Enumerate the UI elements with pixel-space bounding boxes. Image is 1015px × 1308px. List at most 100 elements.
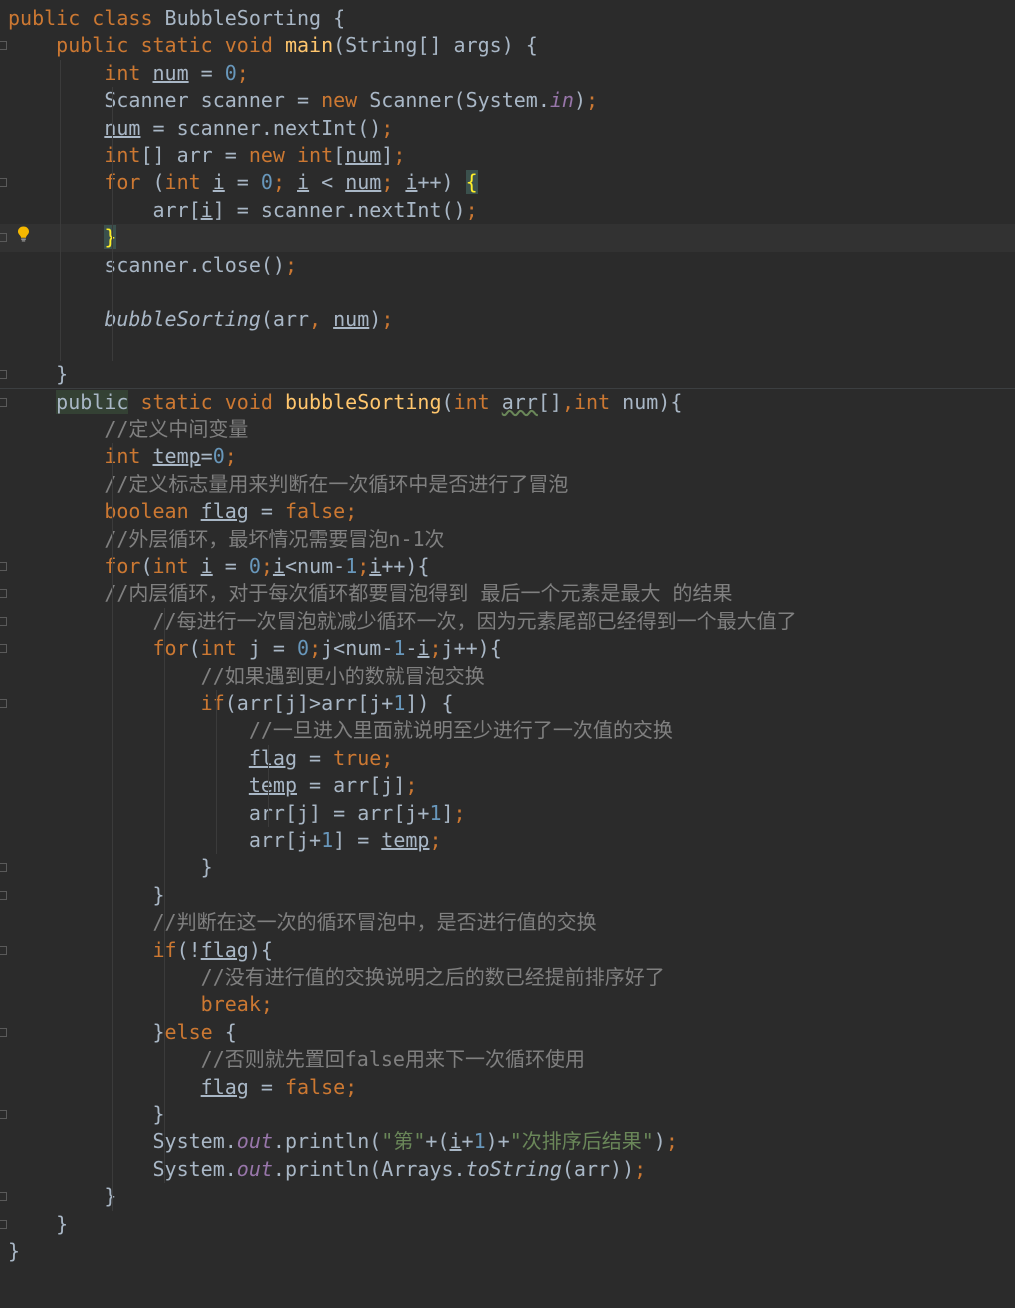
code-line[interactable]: for(int j = 0;j<num-1-i;j++){ bbox=[0, 635, 1015, 662]
code-line[interactable]: //没有进行值的交换说明之后的数已经提前排序好了 bbox=[0, 964, 1015, 991]
code-token: 1 bbox=[345, 554, 358, 578]
fold-marker-icon[interactable] bbox=[0, 233, 7, 243]
code-line[interactable]: for(int i = 0;i<num-1;i++){ bbox=[0, 553, 1015, 580]
fold-marker-icon[interactable] bbox=[0, 589, 7, 599]
code-token: flag bbox=[200, 1074, 249, 1099]
code-line[interactable]: if(!flag){ bbox=[0, 937, 1015, 964]
fold-marker-icon[interactable] bbox=[0, 890, 7, 900]
code-token: - bbox=[405, 636, 418, 661]
code-line[interactable]: //内层循环，对于每次循环都要冒泡得到 最后一个元素是最大 的结果 bbox=[0, 580, 1015, 607]
fold-marker-icon[interactable] bbox=[0, 863, 7, 873]
code-line[interactable]: int[] arr = new int[num]; bbox=[0, 142, 1015, 169]
code-token: (arr bbox=[260, 307, 310, 332]
code-line[interactable]: } bbox=[0, 882, 1015, 909]
code-line[interactable]: scanner.close(); bbox=[0, 252, 1015, 279]
code-line[interactable]: boolean flag = false; bbox=[0, 498, 1015, 525]
code-token: //判断在这一次的循环冒泡中，是否进行值的交换 bbox=[152, 910, 597, 935]
fold-marker-icon[interactable] bbox=[0, 370, 7, 380]
code-line[interactable] bbox=[0, 334, 1015, 361]
code-line[interactable]: int temp=0; bbox=[0, 443, 1015, 470]
fold-marker-icon[interactable] bbox=[0, 1027, 7, 1037]
fold-marker-icon[interactable] bbox=[0, 1192, 7, 1202]
code-token: ){ bbox=[248, 937, 273, 962]
code-line[interactable]: arr[i] = scanner.nextInt(); bbox=[0, 197, 1015, 224]
code-line[interactable]: } bbox=[0, 854, 1015, 881]
code-line[interactable]: //一旦进入里面就说明至少进行了一次值的交换 bbox=[0, 717, 1015, 744]
code-line[interactable]: flag = false; bbox=[0, 1074, 1015, 1101]
code-token: = bbox=[248, 1074, 285, 1099]
code-token: = scanner.nextInt() bbox=[140, 115, 382, 140]
code-line[interactable] bbox=[0, 279, 1015, 306]
indent-guide bbox=[164, 607, 165, 1184]
fold-marker-icon[interactable] bbox=[0, 1219, 7, 1229]
code-token: } bbox=[8, 1184, 117, 1209]
code-line[interactable]: System.out.println(Arrays.toString(arr))… bbox=[0, 1156, 1015, 1183]
code-line[interactable]: //外层循环，最坏情况需要冒泡n-1次 bbox=[0, 526, 1015, 553]
code-token: ]) { bbox=[405, 691, 454, 715]
code-token: ; bbox=[284, 252, 297, 277]
code-editor[interactable]: public class BubbleSorting { public stat… bbox=[0, 0, 1015, 1308]
code-token: i bbox=[405, 170, 418, 195]
code-token: i bbox=[200, 554, 213, 578]
indent-guide bbox=[216, 690, 217, 855]
code-line[interactable]: //定义标志量用来判断在一次循环中是否进行了冒泡 bbox=[0, 471, 1015, 498]
code-line[interactable]: break; bbox=[0, 991, 1015, 1018]
fold-marker-icon[interactable] bbox=[0, 699, 7, 708]
code-token: static void bbox=[128, 389, 285, 414]
code-line[interactable]: for (int i = 0; i < num; i++) { bbox=[0, 169, 1015, 196]
fold-marker-icon[interactable] bbox=[0, 178, 7, 188]
code-line[interactable]: public static void bubbleSorting(int arr… bbox=[0, 389, 1015, 416]
code-token: { bbox=[224, 1019, 237, 1044]
code-line[interactable]: if(arr[j]>arr[j+1]) { bbox=[0, 690, 1015, 717]
code-line[interactable]: //每进行一次冒泡就减少循环一次，因为元素尾部已经得到一个最大值了 bbox=[0, 608, 1015, 635]
fold-marker-icon[interactable] bbox=[0, 397, 7, 407]
code-token: arr[j] = arr[j+ bbox=[8, 800, 430, 825]
fold-marker-icon[interactable] bbox=[0, 1110, 7, 1119]
code-token: 1 bbox=[393, 636, 406, 661]
code-line[interactable]: } bbox=[0, 224, 1015, 252]
code-token: ) bbox=[653, 1129, 666, 1154]
code-line[interactable]: flag = true; bbox=[0, 745, 1015, 772]
code-line[interactable]: public class BubbleSorting { bbox=[0, 5, 1015, 32]
code-line[interactable]: //判断在这一次的循环冒泡中，是否进行值的交换 bbox=[0, 909, 1015, 936]
code-line[interactable]: //如果遇到更小的数就冒泡交换 bbox=[0, 663, 1015, 690]
code-line[interactable]: int num = 0; bbox=[0, 60, 1015, 87]
code-line[interactable]: System.out.println("第"+(i+1)+"次排序后结果"); bbox=[0, 1128, 1015, 1155]
code-token: scanner.close() bbox=[8, 252, 285, 277]
code-line[interactable]: } bbox=[0, 1211, 1015, 1238]
fold-marker-icon[interactable] bbox=[0, 616, 7, 626]
fold-marker-icon[interactable] bbox=[0, 945, 7, 955]
fold-marker-icon[interactable] bbox=[0, 644, 7, 654]
code-token: for bbox=[104, 554, 141, 578]
code-token: ; bbox=[465, 197, 478, 222]
indent-guide bbox=[268, 744, 269, 827]
code-token: ++){ bbox=[381, 554, 430, 578]
code-line[interactable]: } bbox=[0, 1101, 1015, 1128]
code-token: ; bbox=[634, 1156, 647, 1181]
code-line[interactable]: //否则就先置回false用来下一次循环使用 bbox=[0, 1046, 1015, 1073]
code-token: i bbox=[212, 170, 225, 195]
code-line[interactable]: arr[j+1] = temp; bbox=[0, 827, 1015, 854]
code-line[interactable]: //定义中间变量 bbox=[0, 416, 1015, 443]
code-line[interactable]: }else { bbox=[0, 1019, 1015, 1046]
code-line[interactable]: } bbox=[0, 1183, 1015, 1210]
code-token: i bbox=[369, 554, 382, 578]
code-token: true; bbox=[333, 745, 394, 770]
code-token: = bbox=[297, 745, 334, 770]
code-line[interactable]: } bbox=[0, 361, 1015, 388]
code-line[interactable]: temp = arr[j]; bbox=[0, 772, 1015, 799]
fold-marker-icon[interactable] bbox=[0, 41, 7, 51]
code-line[interactable]: public static void main(String[] args) { bbox=[0, 32, 1015, 59]
code-line[interactable]: arr[j] = arr[j+1]; bbox=[0, 800, 1015, 827]
code-line[interactable]: num = scanner.nextInt(); bbox=[0, 115, 1015, 142]
code-line[interactable]: Scanner scanner = new Scanner(System.in)… bbox=[0, 87, 1015, 114]
code-line[interactable]: } bbox=[0, 1238, 1015, 1265]
fold-marker-icon[interactable] bbox=[0, 562, 7, 571]
lightbulb-icon[interactable] bbox=[17, 226, 30, 242]
code-line[interactable]: bubbleSorting(arr, num); bbox=[0, 306, 1015, 333]
